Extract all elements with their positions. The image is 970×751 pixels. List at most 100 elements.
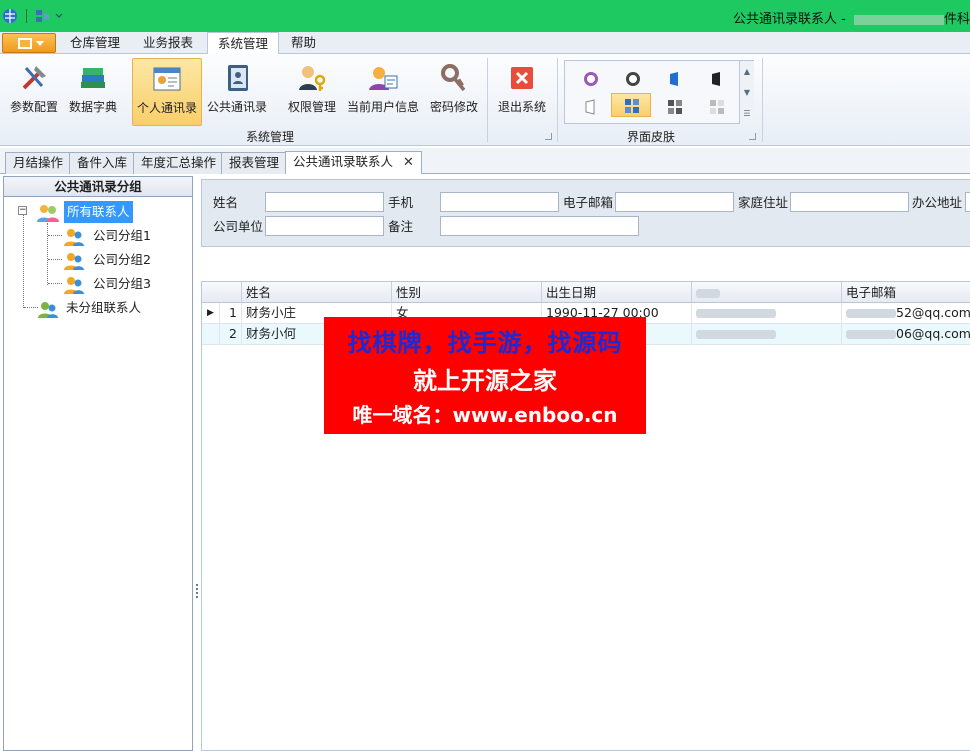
- window-title-suffix: 件科: [943, 12, 970, 27]
- doc-tab-label: 年度汇总操作: [141, 155, 217, 170]
- skin-group-launcher[interactable]: [749, 133, 756, 140]
- personal-contacts-button[interactable]: 个人通讯录: [132, 58, 202, 126]
- exit-system-button[interactable]: 退出系统: [494, 58, 550, 126]
- skin-option[interactable]: [697, 95, 737, 119]
- customize-dropdown-icon[interactable]: [55, 12, 63, 20]
- gallery-scroll-down[interactable]: ▼: [739, 82, 754, 103]
- permission-management-button[interactable]: 权限管理: [284, 58, 340, 126]
- doc-tab-label: 报表管理: [229, 155, 280, 170]
- layout-icon[interactable]: [35, 8, 51, 24]
- tab-help[interactable]: 帮助: [281, 32, 326, 54]
- column-header-email[interactable]: 电子邮箱: [842, 282, 970, 303]
- home-address-input[interactable]: [790, 192, 909, 212]
- users-key-icon: [299, 66, 326, 91]
- gallery-scroll-up[interactable]: ▲: [739, 61, 754, 82]
- company-label: 公司单位: [213, 219, 264, 234]
- param-config-button[interactable]: 参数配置: [4, 58, 64, 126]
- tree-node-group-2[interactable]: 公司分组2: [62, 249, 154, 271]
- redacted-text: [846, 330, 896, 339]
- window-title-text: 公共通讯录联系人 -: [733, 12, 850, 27]
- current-user-info-label: 当前用户信息: [346, 100, 419, 114]
- close-icon[interactable]: ✕: [403, 153, 414, 173]
- grid-header: 姓名 性别 出生日期 电子邮箱: [202, 282, 970, 303]
- email-input[interactable]: [615, 192, 734, 212]
- doc-tab-monthly[interactable]: 月结操作: [5, 152, 72, 174]
- tree-node-all-contacts[interactable]: 所有联系人: [36, 201, 133, 223]
- doc-tab-label: 月结操作: [13, 155, 64, 170]
- remark-input[interactable]: [440, 216, 639, 236]
- skin-option[interactable]: [697, 67, 737, 91]
- application-menu-button[interactable]: [2, 33, 56, 53]
- books-icon: [81, 68, 105, 88]
- name-label: 姓名: [213, 195, 239, 210]
- office-address-input[interactable]: [965, 192, 970, 212]
- column-header-gender[interactable]: 性别: [392, 282, 542, 303]
- change-password-button[interactable]: 密码修改: [426, 58, 482, 126]
- row-indicator: [202, 324, 220, 345]
- skin-metro-dark-icon: [668, 100, 682, 114]
- tree-node-ungrouped[interactable]: 未分组联系人: [37, 297, 144, 319]
- cell-email[interactable]: 06@qq.com: [842, 324, 970, 345]
- splitter-grip-icon: [196, 584, 198, 598]
- skin-metro-light-icon: [710, 100, 724, 114]
- row-number: 1: [220, 303, 242, 324]
- mobile-input[interactable]: [440, 192, 559, 212]
- company-input[interactable]: [265, 216, 384, 236]
- gallery-expand-button[interactable]: ☰: [739, 103, 754, 124]
- email-label: 电子邮箱: [563, 195, 614, 210]
- tree-line: [47, 223, 48, 285]
- tree-node-group-3[interactable]: 公司分组3: [62, 273, 154, 295]
- app-globe-icon[interactable]: [2, 8, 18, 24]
- skin-option[interactable]: [571, 95, 611, 119]
- tab-warehouse[interactable]: 仓库管理: [60, 32, 130, 54]
- doc-tab-public-contacts[interactable]: 公共通讯录联系人 ✕: [285, 151, 422, 174]
- skin-option-selected[interactable]: [611, 93, 651, 117]
- contact-group-panel: 公共通讯录分组 − 所有联系人 公司分组1 公司分组2 公司分组3 未分组联系人: [3, 176, 193, 751]
- user-group-icon: [64, 276, 84, 294]
- tab-system-management[interactable]: 系统管理: [207, 32, 280, 55]
- contact-card-icon: [153, 67, 181, 91]
- user-group-icon: [64, 252, 84, 270]
- user-info-icon: [369, 67, 398, 90]
- tree-collapse-toggle[interactable]: −: [18, 206, 27, 215]
- public-contacts-button[interactable]: 公共通讯录: [204, 58, 270, 126]
- doc-tab-annual-summary[interactable]: 年度汇总操作: [133, 152, 225, 174]
- skin-option[interactable]: [655, 67, 695, 91]
- skin-gallery: ▲ ▼ ☰: [564, 60, 754, 124]
- watermark-banner: 找棋牌，找手游，找源码 就上开源之家 唯一域名：www.enboo.cn: [324, 317, 646, 434]
- system-group-launcher[interactable]: [545, 133, 552, 140]
- row-current-indicator-icon: ▶: [202, 303, 220, 324]
- window-title: 公共通讯录联系人 - 件科: [733, 8, 970, 27]
- cell-redacted[interactable]: [692, 303, 842, 324]
- skin-group-caption: 界面皮肤: [626, 130, 675, 144]
- doc-tab-report-management[interactable]: 报表管理: [221, 152, 288, 174]
- ribbon: 参数配置 数据字典 个人通讯录 公共通讯录 权限管理 当前用户信息 密码修改 退…: [0, 54, 970, 146]
- cell-email[interactable]: 52@qq.com: [842, 303, 970, 324]
- cell-redacted[interactable]: [692, 324, 842, 345]
- group-separator: [762, 58, 763, 142]
- panel-splitter[interactable]: [194, 176, 200, 751]
- skin-option[interactable]: [613, 67, 653, 91]
- tree-line: [48, 283, 62, 284]
- tab-business-reports[interactable]: 业务报表: [133, 32, 203, 54]
- name-input[interactable]: [265, 192, 384, 212]
- doc-tab-parts-inbound[interactable]: 备件入库: [69, 152, 136, 174]
- address-book-icon: [228, 65, 248, 91]
- current-user-info-button[interactable]: 当前用户信息: [344, 58, 422, 126]
- data-dictionary-button[interactable]: 数据字典: [64, 58, 122, 126]
- toolbar-separator: [26, 9, 27, 23]
- app-menu-icon: [18, 38, 32, 49]
- skin-option[interactable]: [655, 95, 695, 119]
- column-header-redacted[interactable]: [692, 282, 842, 303]
- tree-node-label: 公司分组2: [92, 252, 151, 267]
- public-contacts-label: 公共通讯录: [206, 100, 267, 114]
- column-header-name[interactable]: 姓名: [242, 282, 392, 303]
- search-panel: 姓名 手机 电子邮箱 家庭住址 办公地址 公司单位 备注: [201, 179, 970, 247]
- column-header-birth[interactable]: 出生日期: [542, 282, 692, 303]
- tree-line: [23, 215, 24, 308]
- system-group-caption: 系统管理: [245, 130, 294, 144]
- exit-icon: [511, 67, 533, 89]
- tree-node-group-1[interactable]: 公司分组1: [62, 225, 154, 247]
- skin-option[interactable]: [571, 67, 611, 91]
- ribbon-separator: [487, 58, 488, 142]
